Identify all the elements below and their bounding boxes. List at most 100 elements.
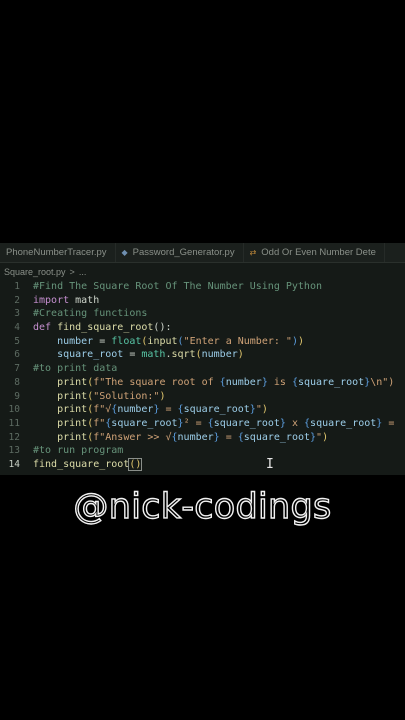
code-line[interactable]: 12 print(f"Answer >> √{number} = {square… [0,431,405,445]
code-line[interactable]: 4 def find_square_root(): [0,321,405,335]
code-token: ) [237,349,244,361]
code-token: import [33,294,70,306]
python-diamond-icon: ◆ [121,248,128,257]
line-number: 2 [14,294,20,306]
code-token: number [177,431,214,443]
code-token: "Solution:" [93,390,160,402]
code-token: number [33,335,94,347]
code-token: f"The square root of [93,376,220,388]
code-text: find_square_root() [33,457,143,472]
code-line[interactable]: 13 #to run program [0,444,405,458]
line-number: 1 [14,281,20,292]
code-text: print(f"{square_root}² = {square_root} x… [33,417,400,431]
breadcrumb-separator: > [69,267,75,277]
code-token: ) [322,431,329,443]
code-token: number [201,349,238,361]
code-text: def find_square_root(): [33,321,171,335]
code-line[interactable]: 5 number = float(input("Enter a Number: … [0,335,405,349]
code-token: = [123,349,142,361]
code-token: ) [159,390,166,402]
code-token: () [128,457,143,471]
code-line[interactable]: 7 #to print data [0,362,405,376]
tab-password-generator[interactable]: ◆ Password_Generator.py [116,243,244,262]
code-token: print [33,390,88,402]
code-text: square_root = math.sqrt(number) [33,348,244,362]
code-token: = [93,335,112,347]
code-token: print [33,404,88,416]
code-text: print(f"√{number} = {square_root}") [33,403,268,417]
code-token: number [117,404,154,416]
line-number: 14 [8,458,20,470]
code-token: "Enter a Number: " [183,335,292,347]
code-token: print [33,417,88,429]
code-token: square_root [297,376,365,388]
code-line[interactable]: 11 print(f"{square_root}² = {square_root… [0,417,405,431]
code-token: print [33,431,88,443]
code-token: print [33,376,88,388]
code-line[interactable]: 1 #Find The Square Root Of The Number Usi… [0,280,405,294]
code-line[interactable]: 9 print("Solution:") [0,390,405,404]
code-token: = [219,431,238,443]
code-token: float [111,335,142,347]
line-number: 8 [14,376,20,388]
code-token: square_root [310,417,377,429]
code-token: find_square_root [33,458,130,470]
git-compare-icon: ⇄ [249,248,257,257]
line-number: 12 [8,431,20,443]
code-token: square_root [213,417,280,429]
code-text: number = float(input("Enter a Number: ")… [33,335,304,349]
line-number: 4 [14,322,20,334]
tab-label: Password_Generator.py [132,247,235,258]
code-text: print(f"The square root of {number} is {… [33,376,394,390]
code-editor: PhoneNumberTracer.py ◆ Password_Generato… [0,243,405,475]
code-line[interactable]: 8 print(f"The square root of {number} is… [0,376,405,390]
tab-label: PhoneNumberTracer.py [6,247,107,258]
code-token: = [159,404,178,416]
code-token: input [147,335,178,347]
code-area[interactable]: 1 #Find The Square Root Of The Number Usi… [0,280,405,472]
code-token: math [69,294,100,306]
code-line[interactable]: 6 square_root = math.sqrt(number) [0,348,405,362]
watermark-handle: @nick-codings [73,486,332,527]
code-text: print("Solution:") [33,390,165,404]
code-token: square_root [183,404,250,416]
code-line[interactable]: 3 #Creating functions [0,307,405,321]
tab-odd-or-even[interactable]: ⇄ Odd Or Even Number Dete [244,243,385,262]
code-token: \n") [370,376,395,388]
line-number: 10 [8,404,20,416]
code-token: square_root [33,349,124,361]
code-token: math [141,349,166,361]
tab-phone-number-tracer[interactable]: PhoneNumberTracer.py [0,243,116,262]
code-token: square_root [111,417,178,429]
code-token: #Find The Square Root Of The Number Usin… [33,281,322,292]
code-token: = [382,417,401,429]
code-line[interactable]: 2 import math [0,294,405,308]
code-text: import math [33,294,99,308]
code-token: square_root [243,431,311,443]
code-token: x [285,417,305,429]
code-token: #to run program [33,445,124,457]
code-token: ² = [183,417,208,429]
breadcrumb-file[interactable]: Square_root.py [4,267,66,277]
line-number: 13 [8,445,20,457]
code-token: def [33,322,58,334]
code-token: sqrt [171,349,196,361]
breadcrumb-ellipsis[interactable]: ... [79,267,87,277]
code-line[interactable]: 10 print(f"√{number} = {square_root}") [0,403,405,417]
code-token: find_square_root [57,322,154,334]
code-token: #Creating functions [33,308,148,320]
code-token: (): [153,322,172,334]
line-number: 3 [14,308,20,320]
tab-bar: PhoneNumberTracer.py ◆ Password_Generato… [0,243,405,263]
line-number: 6 [14,349,20,361]
code-token: ) [297,335,304,347]
code-line[interactable]: 14 find_square_root() [0,457,405,472]
code-text: #to run program [33,444,123,458]
tab-label: Odd Or Even Number Dete [261,247,376,258]
code-text: #Find The Square Root Of The Number Usin… [33,280,322,294]
code-token: f"√ [93,404,112,416]
line-number: 7 [14,363,20,375]
text-cursor-icon: I [266,457,274,472]
code-token: is [267,376,292,388]
line-number: 9 [14,390,20,402]
